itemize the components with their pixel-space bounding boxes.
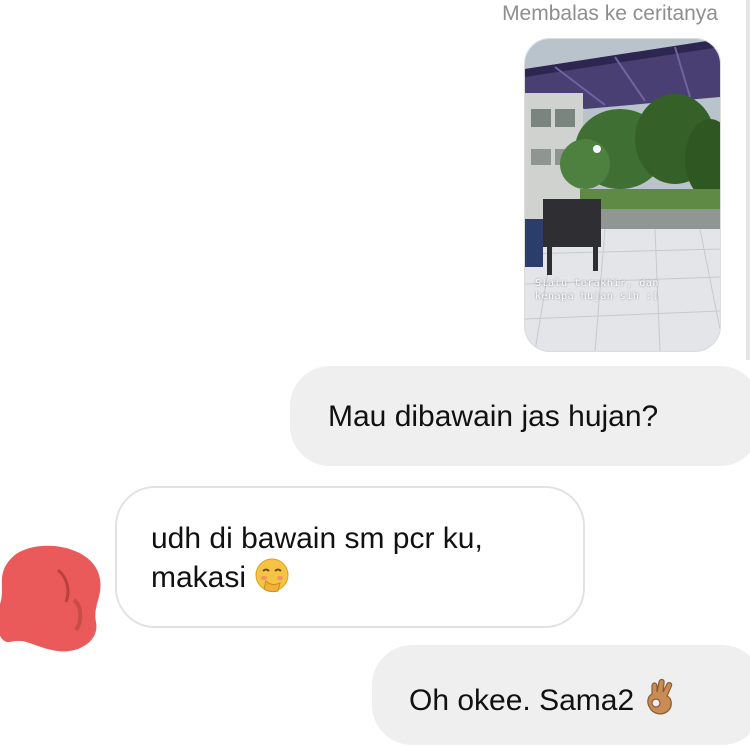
message-text: Oh okee. Sama2 xyxy=(409,684,635,717)
story-thumbnail[interactable]: Slalu terakhir, dan kenapa hujan sih :( xyxy=(524,38,721,352)
story-caption-line: kenapa hujan sih :( xyxy=(535,291,659,302)
incoming-message-bubble[interactable]: udh di bawain sm pcr ku, makasi xyxy=(115,486,585,628)
redacted-avatar-scribble xyxy=(0,545,101,652)
message-text: Mau dibawain jas hujan? xyxy=(328,400,659,433)
outgoing-message-bubble[interactable]: Mau dibawain jas hujan? xyxy=(290,366,750,466)
blushing-face-emoji-icon xyxy=(255,558,289,593)
outgoing-message-bubble[interactable]: Oh okee. Sama2 xyxy=(372,645,750,745)
message-text-line: udh di bawain sm pcr ku, xyxy=(151,522,483,555)
story-caption-text: Slalu terakhir, dan kenapa hujan sih :( xyxy=(535,277,715,303)
message-text-line: makasi xyxy=(151,561,247,594)
story-image xyxy=(525,39,720,351)
scrollbar[interactable] xyxy=(746,0,750,360)
reply-to-story-label: Membalas ke ceritanya xyxy=(502,2,718,25)
story-caption-line: Slalu terakhir, dan xyxy=(535,278,659,289)
ok-hand-emoji-icon xyxy=(647,678,673,715)
